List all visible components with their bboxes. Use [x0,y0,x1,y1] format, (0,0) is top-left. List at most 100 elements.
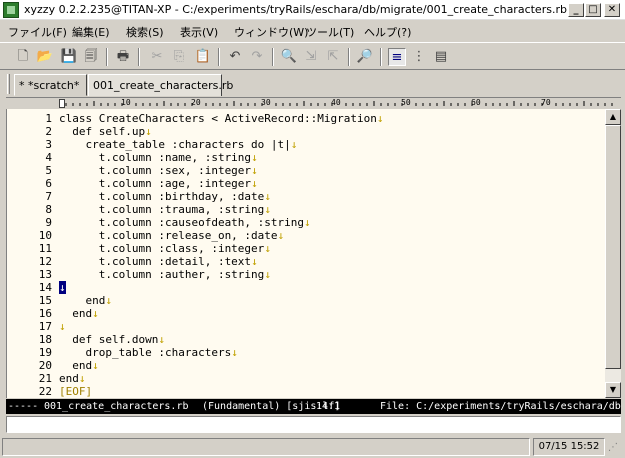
line-number: 3 [45,138,52,151]
line-code: t.column :class, :integer↓ [59,242,271,255]
line-text: t.column :birthday, :date [59,190,265,203]
fold-column-icon[interactable]: ⋮ [410,48,428,66]
newline-marker: ↓ [264,190,271,203]
tab-bar-grip[interactable] [7,74,10,94]
text-editor[interactable]: 1 class CreateCharacters < ActiveRecord::… [6,109,605,398]
line-text: t.column :release_on, :date [59,229,278,242]
line-number: 1 [45,112,52,125]
resize-grip-icon[interactable]: ⋰ [608,442,622,456]
line-code: t.column :name, :string↓ [59,151,258,164]
ruler-cursor-marker [59,99,65,108]
redo-icon[interactable]: ↷ [248,48,266,66]
line-code: t.column :release_on, :date↓ [59,229,284,242]
line-code: end↓ [59,294,112,307]
menu-window[interactable]: ウィンドウ(W) [234,24,308,40]
app-icon[interactable] [3,2,19,18]
line-text: drop_table :characters [59,346,232,359]
line-text: t.column :auther, :string [59,268,265,281]
scroll-down-button[interactable]: ▼ [605,382,621,398]
toolbar-separator [106,48,108,66]
toolbar-separator [218,48,220,66]
cut-icon[interactable]: ✂ [148,48,166,66]
menu-view[interactable]: 表示(V) [180,24,218,40]
scroll-up-button[interactable]: ▲ [605,109,621,125]
line-text: t.column :sex, :integer [59,164,252,177]
window-title: xyzzy 0.2.2.235@TITAN-XP - C:/experiment… [24,3,567,16]
line-number: 9 [45,216,52,229]
tab-001-create-characters[interactable]: 001_create_characters.rb [88,74,233,96]
line-number: 22 [38,385,52,398]
line-number: 14 [38,281,52,294]
newline-marker: ↓ [264,203,271,216]
menu-file[interactable]: ファイル(F) [8,24,67,40]
menu-search[interactable]: 検索(S) [126,24,164,40]
minibuffer[interactable] [6,416,621,433]
open-folder-icon[interactable]: 📂 [36,48,54,66]
line-code: t.column :causeofdeath, :string↓ [59,216,311,229]
ruler-label: 70 [541,98,551,107]
newline-marker: ↓ [251,255,258,268]
toolbar-separator [138,48,140,66]
line-code: create_table :characters do |t|↓ [59,138,297,151]
copy-icon[interactable]: ⎘ [170,48,188,66]
find-next-icon[interactable]: ⇲ [302,48,320,66]
save-icon[interactable]: 💾 [60,48,78,66]
print-icon[interactable]: 🖶 [114,48,132,66]
save-all-icon[interactable]: 🗐 [82,48,100,66]
fold-none-icon[interactable]: ≡ [388,48,406,66]
newline-marker: ↓ [92,307,99,320]
line-text: create_table :characters do |t| [59,138,291,151]
line-code: t.column :trauma, :string↓ [59,203,271,216]
vertical-scrollbar[interactable]: ▲ ▼ [605,109,621,398]
modeline-prefix: ----- [8,401,39,412]
scrollbar-thumb[interactable] [605,125,621,369]
line-text: def self.down [59,333,159,346]
fold-window-icon[interactable]: ▤ [432,48,450,66]
status-bar: 07/15 15:52 ⋰ [0,436,625,458]
status-message-area [2,438,530,456]
line-code: def self.down↓ [59,333,165,346]
newline-marker: ↓ [376,112,384,125]
newline-marker: ↓ [92,359,99,372]
new-file-icon[interactable]: 🗋 [14,48,32,66]
minimize-button[interactable]: _ [568,3,584,17]
find-icon[interactable]: 🔍 [280,48,298,66]
ruler-label: 40 [331,98,341,107]
undo-icon[interactable]: ↶ [226,48,244,66]
maximize-button[interactable]: □ [585,3,601,17]
paste-icon[interactable]: 📋 [194,48,212,66]
line-text: t.column :detail, :text [59,255,252,268]
line-text: t.column :age, :integer [59,177,252,190]
modeline-position: 14:1 [316,401,341,412]
title-bar[interactable]: xyzzy 0.2.2.235@TITAN-XP - C:/experiment… [0,0,625,20]
line-number: 8 [45,203,52,216]
line-text: def self.up [59,125,146,138]
line-code: t.column :auther, :string↓ [59,268,271,281]
ruler-ticks [65,101,613,106]
toolbar: 🗋 📂 💾 🗐 🖶 ✂ ⎘ 📋 ↶ ↷ 🔍 ⇲ ⇱ 🔎 ≡ ⋮ ▤ [0,42,625,70]
newline-marker: ↓ [251,164,258,177]
newline-marker: ↓ [264,268,271,281]
menu-help[interactable]: ヘルプ(?) [364,24,411,40]
line-text: end [59,294,106,307]
modeline-file-path: File: C:/experiments/tryRails/eschara/db… [380,401,621,412]
ruler-label: 20 [191,98,201,107]
line-code: [EOF] [59,385,92,398]
line-number: 11 [38,242,52,255]
newline-marker: ↓ [158,333,165,346]
toolbar-separator [348,48,350,66]
line-number: 21 [38,372,52,385]
line-number: 2 [45,125,52,138]
menu-edit[interactable]: 編集(E) [72,24,110,40]
ruler-label: 50 [401,98,411,107]
tab-scratch[interactable]: * *scratch* [14,74,87,96]
menu-tools[interactable]: ツール(T) [306,24,354,40]
status-clock: 07/15 15:52 [533,438,605,456]
newline-marker: ↓ [231,346,238,359]
close-button[interactable]: ✕ [604,3,620,17]
find-prev-icon[interactable]: ⇱ [324,48,342,66]
modeline-buffer-name: 001_create_characters.rb [44,401,189,412]
newline-marker: ↓ [145,125,152,138]
grep-icon[interactable]: 🔎 [356,48,374,66]
ruler-label: 60 [471,98,481,107]
